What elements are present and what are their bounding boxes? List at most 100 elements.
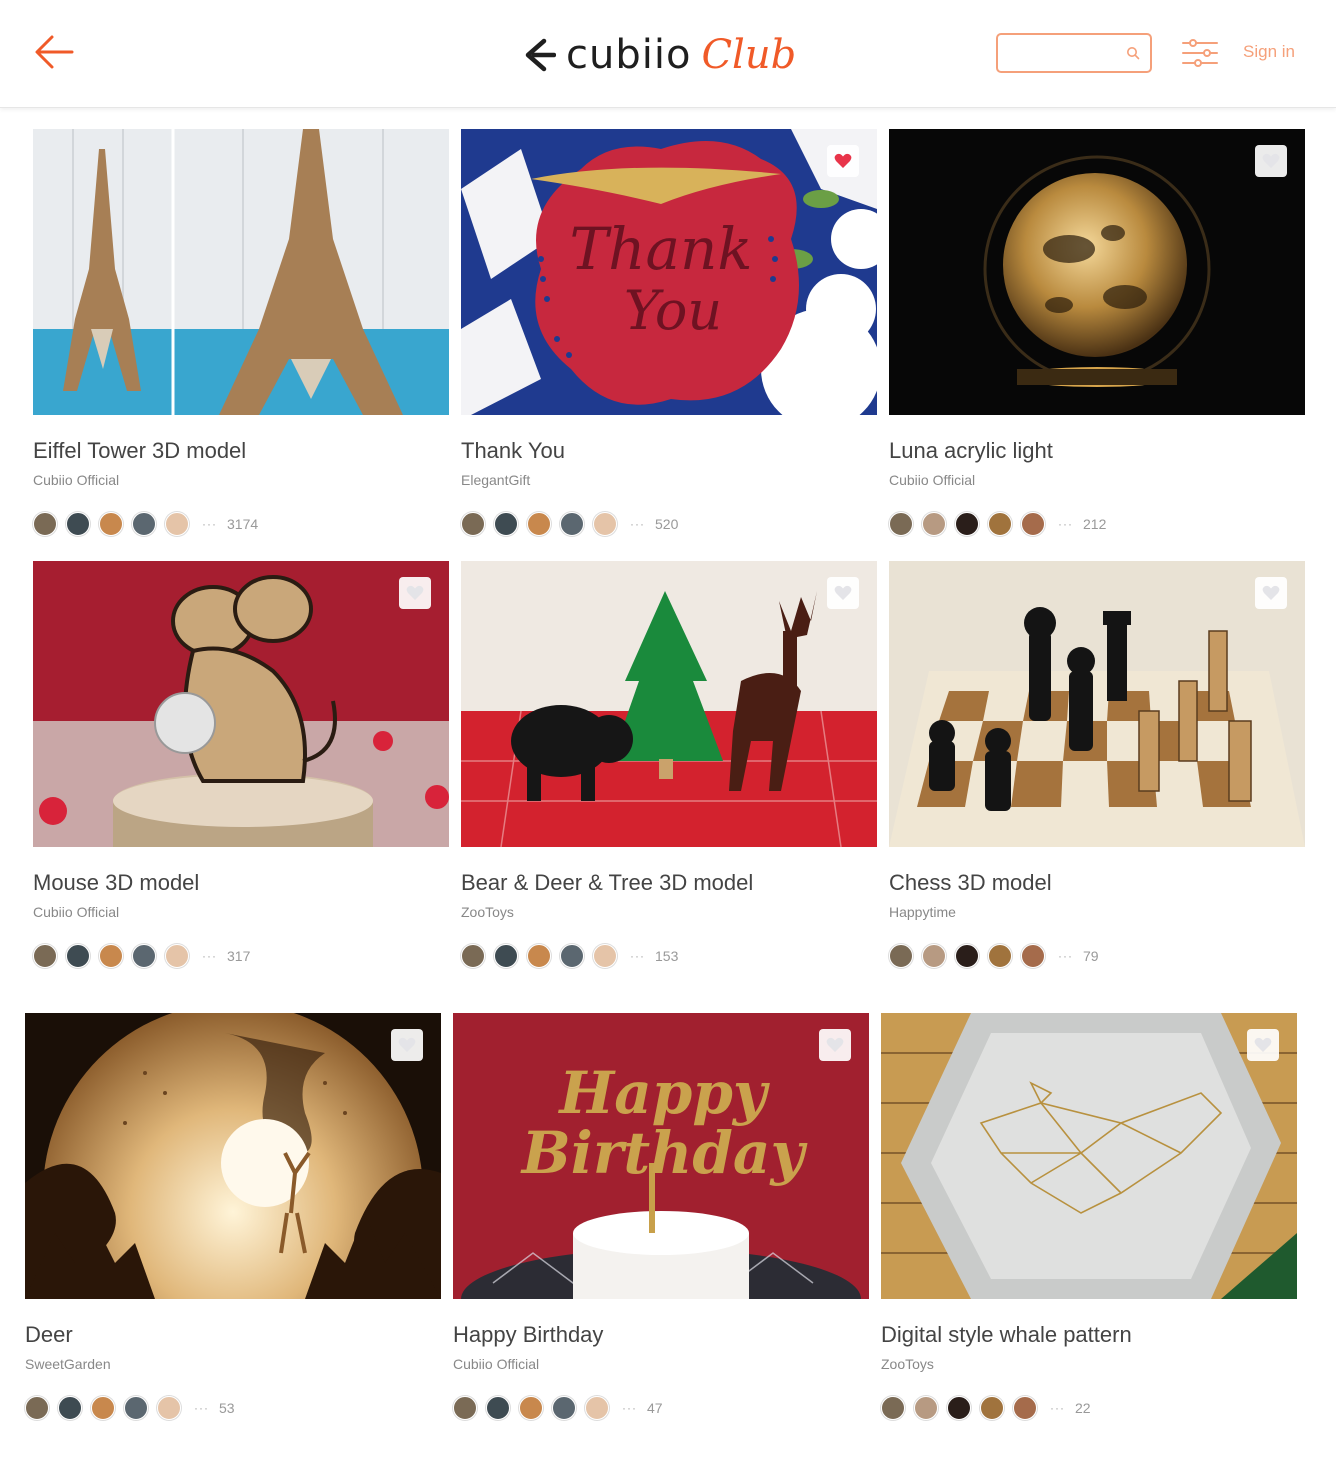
card-title[interactable]: Happy Birthday	[453, 1321, 869, 1349]
filter-button[interactable]	[1180, 36, 1220, 70]
favorite-button[interactable]	[827, 145, 859, 177]
model-card[interactable]: Luna acrylic light Cubiio Official ··· 2…	[889, 129, 1305, 537]
avatar[interactable]	[881, 1396, 905, 1420]
model-thumbnail[interactable]: Thank You	[461, 129, 877, 415]
avatar[interactable]	[494, 944, 518, 968]
heart-outline-icon	[406, 585, 424, 600]
avatar[interactable]	[66, 512, 90, 536]
avatar[interactable]	[461, 944, 485, 968]
favorite-button[interactable]	[1247, 1029, 1279, 1061]
avatar[interactable]	[165, 512, 189, 536]
card-title[interactable]: Thank You	[461, 437, 877, 465]
card-author[interactable]: SweetGarden	[25, 1355, 441, 1373]
avatar[interactable]	[560, 512, 584, 536]
avatar[interactable]	[955, 512, 979, 536]
model-thumbnail[interactable]	[461, 561, 877, 847]
sign-in-link[interactable]: Sign in	[1243, 42, 1295, 62]
avatar[interactable]	[25, 1396, 49, 1420]
avatar[interactable]	[980, 1396, 1004, 1420]
model-card[interactable]: Chess 3D model Happytime ··· 79	[889, 561, 1305, 969]
card-author[interactable]: Happytime	[889, 903, 1305, 921]
avatar[interactable]	[132, 944, 156, 968]
favorite-button[interactable]	[391, 1029, 423, 1061]
avatar[interactable]	[889, 512, 913, 536]
card-title[interactable]: Deer	[25, 1321, 441, 1349]
favorite-button[interactable]	[827, 577, 859, 609]
back-button[interactable]	[32, 32, 76, 72]
avatar[interactable]	[124, 1396, 148, 1420]
avatar[interactable]	[519, 1396, 543, 1420]
avatar[interactable]	[1021, 512, 1045, 536]
avatar[interactable]	[91, 1396, 115, 1420]
avatar[interactable]	[99, 944, 123, 968]
avatar[interactable]	[486, 1396, 510, 1420]
card-title[interactable]: Luna acrylic light	[889, 437, 1305, 465]
favorite-button[interactable]	[1255, 145, 1287, 177]
avatar[interactable]	[914, 1396, 938, 1420]
card-author[interactable]: ZooToys	[461, 903, 877, 921]
like-count: 153	[655, 948, 679, 964]
card-title[interactable]: Chess 3D model	[889, 869, 1305, 897]
model-card[interactable]: Eiffel Tower 3D model Cubiio Official ··…	[33, 129, 449, 537]
card-title[interactable]: Eiffel Tower 3D model	[33, 437, 449, 465]
avatar[interactable]	[947, 1396, 971, 1420]
card-title[interactable]: Mouse 3D model	[33, 869, 449, 897]
avatar[interactable]	[461, 512, 485, 536]
favorite-button[interactable]	[1255, 577, 1287, 609]
model-thumbnail[interactable]: Happy Birthday	[453, 1013, 869, 1299]
model-thumbnail[interactable]	[889, 561, 1305, 847]
avatar[interactable]	[99, 512, 123, 536]
model-card[interactable]: Bear & Deer & Tree 3D model ZooToys ··· …	[461, 561, 877, 969]
model-card[interactable]: Mouse 3D model Cubiio Official ··· 317	[33, 561, 449, 969]
search-field[interactable]	[996, 33, 1152, 73]
avatar[interactable]	[1021, 944, 1045, 968]
search-input[interactable]	[1008, 35, 1126, 69]
avatar[interactable]	[922, 512, 946, 536]
avatar[interactable]	[527, 944, 551, 968]
avatar[interactable]	[988, 944, 1012, 968]
avatar[interactable]	[453, 1396, 477, 1420]
avatar[interactable]	[585, 1396, 609, 1420]
card-title[interactable]: Digital style whale pattern	[881, 1321, 1297, 1349]
avatar[interactable]	[165, 944, 189, 968]
card-author[interactable]: Cubiio Official	[33, 903, 449, 921]
avatar[interactable]	[494, 512, 518, 536]
avatar[interactable]	[593, 944, 617, 968]
card-author[interactable]: Cubiio Official	[889, 471, 1305, 489]
avatar[interactable]	[66, 944, 90, 968]
card-author[interactable]: Cubiio Official	[33, 471, 449, 489]
like-count: 53	[219, 1400, 235, 1416]
model-thumbnail[interactable]	[881, 1013, 1297, 1299]
avatar[interactable]	[552, 1396, 576, 1420]
avatar[interactable]	[33, 944, 57, 968]
avatar[interactable]	[988, 512, 1012, 536]
avatar[interactable]	[527, 512, 551, 536]
cubiio-club-logo[interactable]: cubiio Club	[520, 30, 796, 80]
favorite-button[interactable]	[399, 577, 431, 609]
model-thumbnail[interactable]	[25, 1013, 441, 1299]
card-author[interactable]: ElegantGift	[461, 471, 877, 489]
avatar[interactable]	[955, 944, 979, 968]
avatar[interactable]	[1013, 1396, 1037, 1420]
avatar[interactable]	[58, 1396, 82, 1420]
model-card[interactable]: Deer SweetGarden ··· 53	[25, 1013, 441, 1421]
model-thumbnail[interactable]	[889, 129, 1305, 415]
avatar[interactable]	[132, 512, 156, 536]
more-dots: ···	[1050, 1401, 1065, 1415]
model-card[interactable]: Digital style whale pattern ZooToys ··· …	[881, 1013, 1297, 1421]
model-card[interactable]: Thank You Thank You ElegantGift ··· 520	[461, 129, 877, 537]
avatar[interactable]	[889, 944, 913, 968]
search-icon[interactable]	[1126, 46, 1140, 60]
avatar[interactable]	[560, 944, 584, 968]
model-thumbnail[interactable]	[33, 561, 449, 847]
avatar[interactable]	[922, 944, 946, 968]
avatar[interactable]	[593, 512, 617, 536]
avatar[interactable]	[157, 1396, 181, 1420]
model-card[interactable]: Happy Birthday Happy Birthday Cubiio Off…	[453, 1013, 869, 1421]
card-title[interactable]: Bear & Deer & Tree 3D model	[461, 869, 877, 897]
model-thumbnail[interactable]	[33, 129, 449, 415]
avatar[interactable]	[33, 512, 57, 536]
card-author[interactable]: ZooToys	[881, 1355, 1297, 1373]
card-author[interactable]: Cubiio Official	[453, 1355, 869, 1373]
favorite-button[interactable]	[819, 1029, 851, 1061]
